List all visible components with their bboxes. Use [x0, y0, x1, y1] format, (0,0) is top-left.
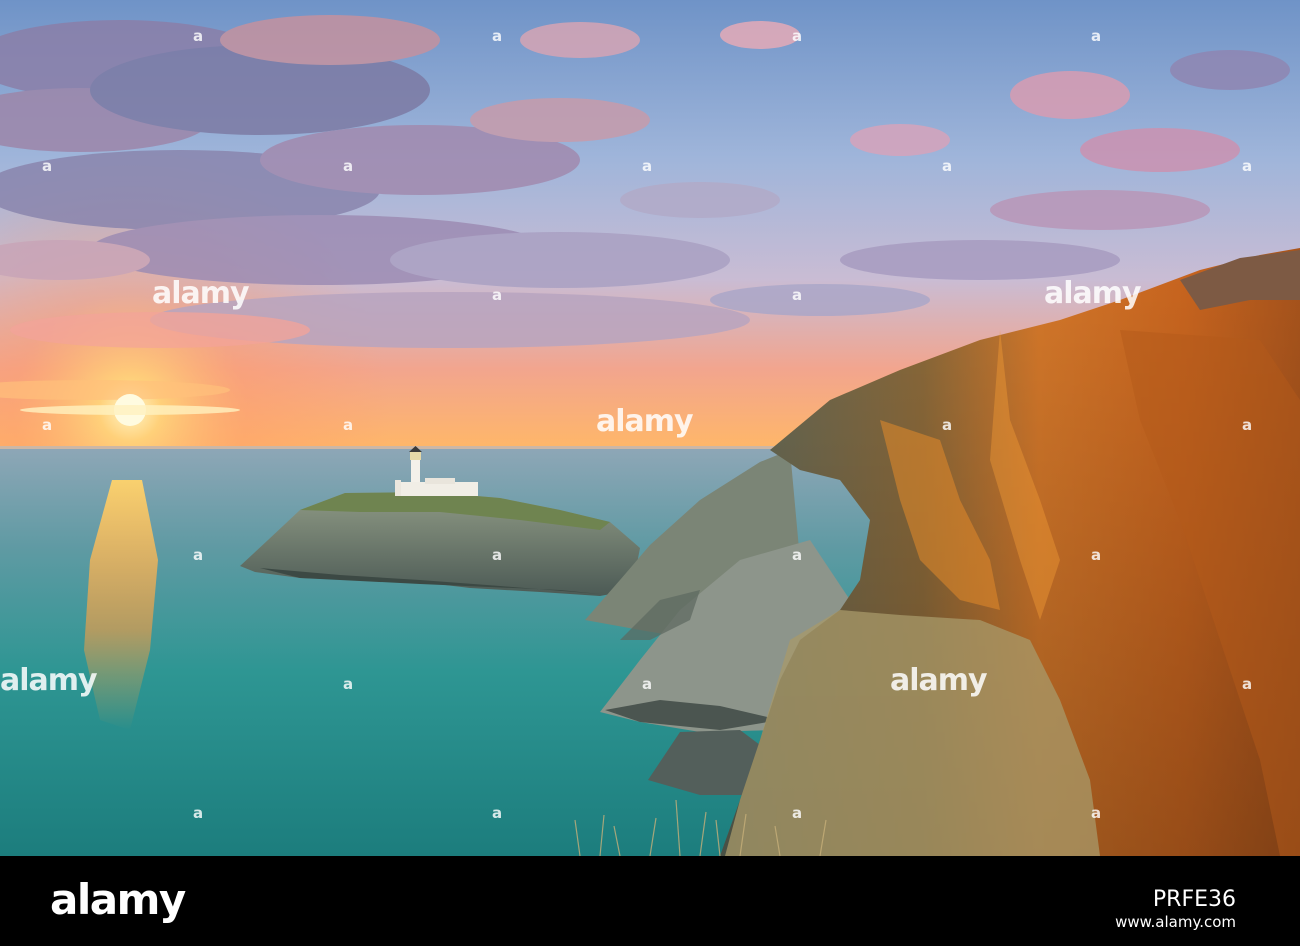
- watermark-logo: alamy: [0, 663, 98, 698]
- watermark-mark: a: [492, 286, 503, 304]
- watermark-logo: alamy: [1044, 276, 1142, 311]
- watermark-mark: a: [642, 675, 653, 693]
- watermark-mark: a: [1242, 675, 1253, 693]
- site-url[interactable]: www.alamy.com: [1115, 910, 1236, 934]
- watermark-mark: a: [343, 675, 354, 693]
- watermark-logo: alamy: [890, 663, 988, 698]
- alamy-logo: alamy: [50, 875, 186, 924]
- landscape-photo: a a a a a a a a a alamy a a alamy a a a …: [0, 0, 1300, 856]
- watermark-logo: alamy: [596, 404, 694, 439]
- watermark-mark: a: [792, 286, 803, 304]
- watermark-logo: alamy: [152, 276, 250, 311]
- footer-bar: alamy PRFE36 www.alamy.com: [0, 856, 1300, 946]
